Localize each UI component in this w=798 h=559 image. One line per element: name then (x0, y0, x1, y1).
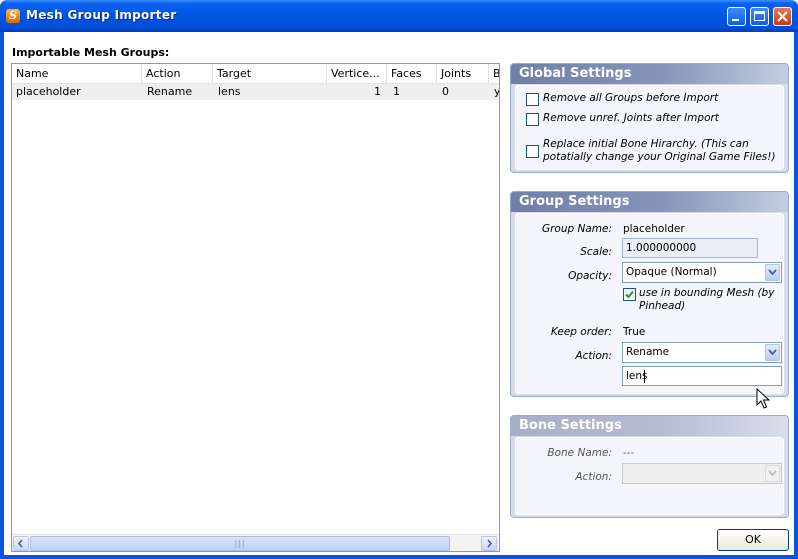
remove-joints-label: Remove unref. Joints after Import (543, 112, 719, 124)
replace-bone-hierarchy-checkbox[interactable] (526, 145, 539, 158)
app-icon: S (6, 9, 20, 23)
column-header-vertices[interactable]: Vertice... (327, 64, 387, 83)
keep-order-value: True (623, 326, 646, 338)
column-header-target[interactable]: Target (213, 64, 327, 83)
target-name-input[interactable]: lens (622, 366, 782, 386)
table-row[interactable]: placeholder Rename lens 1 1 0 y (12, 84, 499, 100)
opacity-label: Opacity: (568, 270, 612, 282)
column-header-name[interactable]: Name (12, 64, 142, 83)
bone-settings-body: Bone Name: --- Action: (515, 437, 784, 515)
chevron-left-icon (17, 539, 23, 548)
scale-label: Scale: (580, 246, 612, 258)
remove-groups-label: Remove all Groups before Import (543, 92, 719, 104)
scroll-grip: ||| (234, 539, 246, 548)
list-label: Importable Mesh Groups: (12, 46, 170, 59)
cell-joints: 0 (442, 85, 449, 98)
keep-order-label: Keep order: (550, 326, 612, 338)
text-caret (644, 370, 645, 383)
scroll-thumb[interactable]: ||| (30, 536, 450, 551)
scale-field[interactable]: 1.000000000 (622, 238, 758, 258)
cell-target: lens (218, 85, 241, 98)
action-dropdown-button[interactable] (765, 344, 780, 361)
bone-action-dropdown-button[interactable] (765, 465, 780, 482)
close-button[interactable] (773, 7, 792, 26)
group-name-value: placeholder (623, 223, 685, 235)
column-header-b[interactable]: B (489, 64, 499, 83)
cell-faces: 1 (393, 85, 400, 98)
column-header-faces[interactable]: Faces (387, 64, 437, 83)
ok-button[interactable]: OK (717, 529, 789, 551)
horizontal-scrollbar[interactable]: ||| (12, 534, 499, 551)
title-bar[interactable]: S Mesh Group Importer (0, 0, 798, 32)
remove-joints-checkbox[interactable] (526, 113, 539, 126)
maximize-button[interactable] (750, 7, 769, 26)
window: S Mesh Group Importer Importable Mesh Gr… (0, 0, 798, 559)
replace-bone-hierarchy-label: Replace initial Bone Hirarchy. (This can… (543, 138, 776, 163)
window-title: Mesh Group Importer (26, 8, 177, 22)
opacity-selected-value: Opaque (Normal) (626, 266, 717, 278)
close-icon (777, 11, 788, 22)
bone-name-label: Bone Name: (547, 447, 612, 459)
chevron-down-icon (768, 349, 777, 356)
chevron-down-icon (768, 470, 777, 477)
maximize-icon (754, 11, 765, 21)
column-header-action[interactable]: Action (142, 64, 213, 83)
action-select[interactable]: Rename (622, 342, 782, 363)
group-settings-body: Group Name: placeholder Scale: 1.0000000… (515, 213, 784, 394)
action-label: Action: (575, 350, 612, 362)
minimize-button[interactable] (727, 7, 746, 26)
opacity-select[interactable]: Opaque (Normal) (622, 262, 782, 283)
bounding-mesh-label: use in bounding Mesh (by Pinhead) (639, 287, 775, 312)
check-icon (625, 290, 634, 299)
scroll-left-button[interactable] (13, 536, 29, 551)
cell-b: y (494, 85, 500, 98)
cell-name: placeholder (16, 85, 81, 98)
bone-name-value: --- (623, 447, 635, 459)
list-header: Name Action Target Vertice... Faces Join… (12, 64, 499, 84)
chevron-down-icon (768, 269, 777, 276)
chevron-right-icon (487, 539, 493, 548)
global-settings-body: Remove all Groups before Import Remove u… (515, 85, 784, 170)
mesh-group-list[interactable]: Name Action Target Vertice... Faces Join… (11, 63, 500, 552)
cell-action: Rename (147, 85, 193, 98)
action-selected-value: Rename (626, 346, 670, 358)
cell-vertices: 1 (374, 85, 381, 98)
scroll-right-button[interactable] (481, 536, 497, 551)
group-settings-title: Group Settings (511, 192, 788, 212)
remove-groups-checkbox[interactable] (526, 93, 539, 106)
global-settings-panel: Global Settings Remove all Groups before… (510, 63, 789, 173)
global-settings-title: Global Settings (511, 64, 788, 84)
bone-settings-title: Bone Settings (511, 416, 788, 436)
column-header-joints[interactable]: Joints (437, 64, 489, 83)
bounding-mesh-checkbox[interactable] (623, 288, 636, 301)
minimize-icon (732, 19, 739, 21)
group-settings-panel: Group Settings Group Name: placeholder S… (510, 191, 789, 397)
opacity-dropdown-button[interactable] (765, 264, 780, 281)
mouse-cursor-icon (756, 388, 770, 409)
group-name-label: Group Name: (541, 223, 612, 235)
bone-action-label: Action: (575, 471, 612, 483)
bone-settings-panel: Bone Settings Bone Name: --- Action: (510, 415, 789, 518)
dialog-client: Importable Mesh Groups: Name Action Targ… (4, 32, 794, 555)
bone-action-select[interactable] (622, 463, 782, 484)
